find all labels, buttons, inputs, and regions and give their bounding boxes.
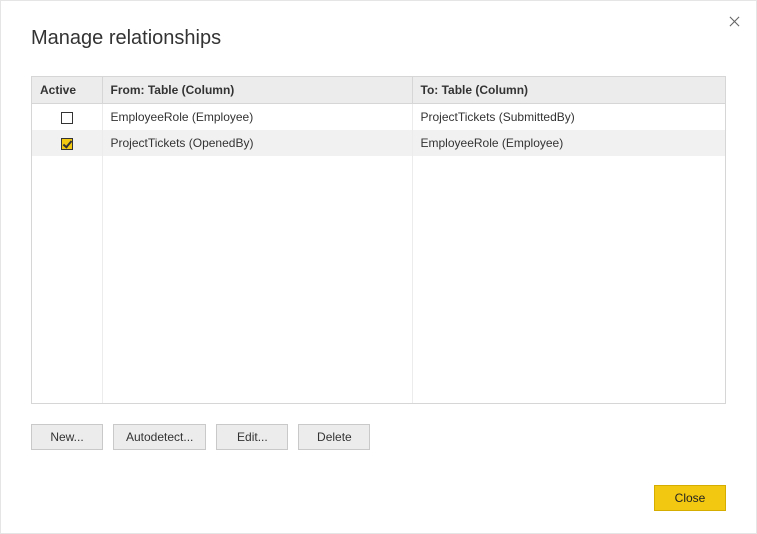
active-checkbox[interactable]	[61, 138, 73, 150]
dialog-title: Manage relationships	[1, 1, 756, 50]
active-checkbox[interactable]	[61, 112, 73, 124]
to-cell: EmployeeRole (Employee)	[412, 130, 725, 156]
table-empty-area	[32, 156, 725, 403]
close-button[interactable]: Close	[654, 485, 726, 511]
column-header-from[interactable]: From: Table (Column)	[102, 77, 412, 104]
new-button[interactable]: New...	[31, 424, 103, 450]
dialog-footer: Close	[654, 485, 726, 511]
column-header-to[interactable]: To: Table (Column)	[412, 77, 725, 104]
from-cell: ProjectTickets (OpenedBy)	[102, 130, 412, 156]
close-icon[interactable]	[722, 9, 746, 33]
table-header-row: Active From: Table (Column) To: Table (C…	[32, 77, 725, 104]
edit-button[interactable]: Edit...	[216, 424, 288, 450]
table-row[interactable]: EmployeeRole (Employee) ProjectTickets (…	[32, 104, 725, 131]
to-cell: ProjectTickets (SubmittedBy)	[412, 104, 725, 131]
autodetect-button[interactable]: Autodetect...	[113, 424, 206, 450]
action-buttons: New... Autodetect... Edit... Delete	[31, 424, 726, 450]
from-cell: EmployeeRole (Employee)	[102, 104, 412, 131]
table-row[interactable]: ProjectTickets (OpenedBy) EmployeeRole (…	[32, 130, 725, 156]
manage-relationships-dialog: Manage relationships Active From: Table …	[0, 0, 757, 534]
column-header-active[interactable]: Active	[32, 77, 102, 104]
delete-button[interactable]: Delete	[298, 424, 370, 450]
relationships-table: Active From: Table (Column) To: Table (C…	[31, 76, 726, 404]
